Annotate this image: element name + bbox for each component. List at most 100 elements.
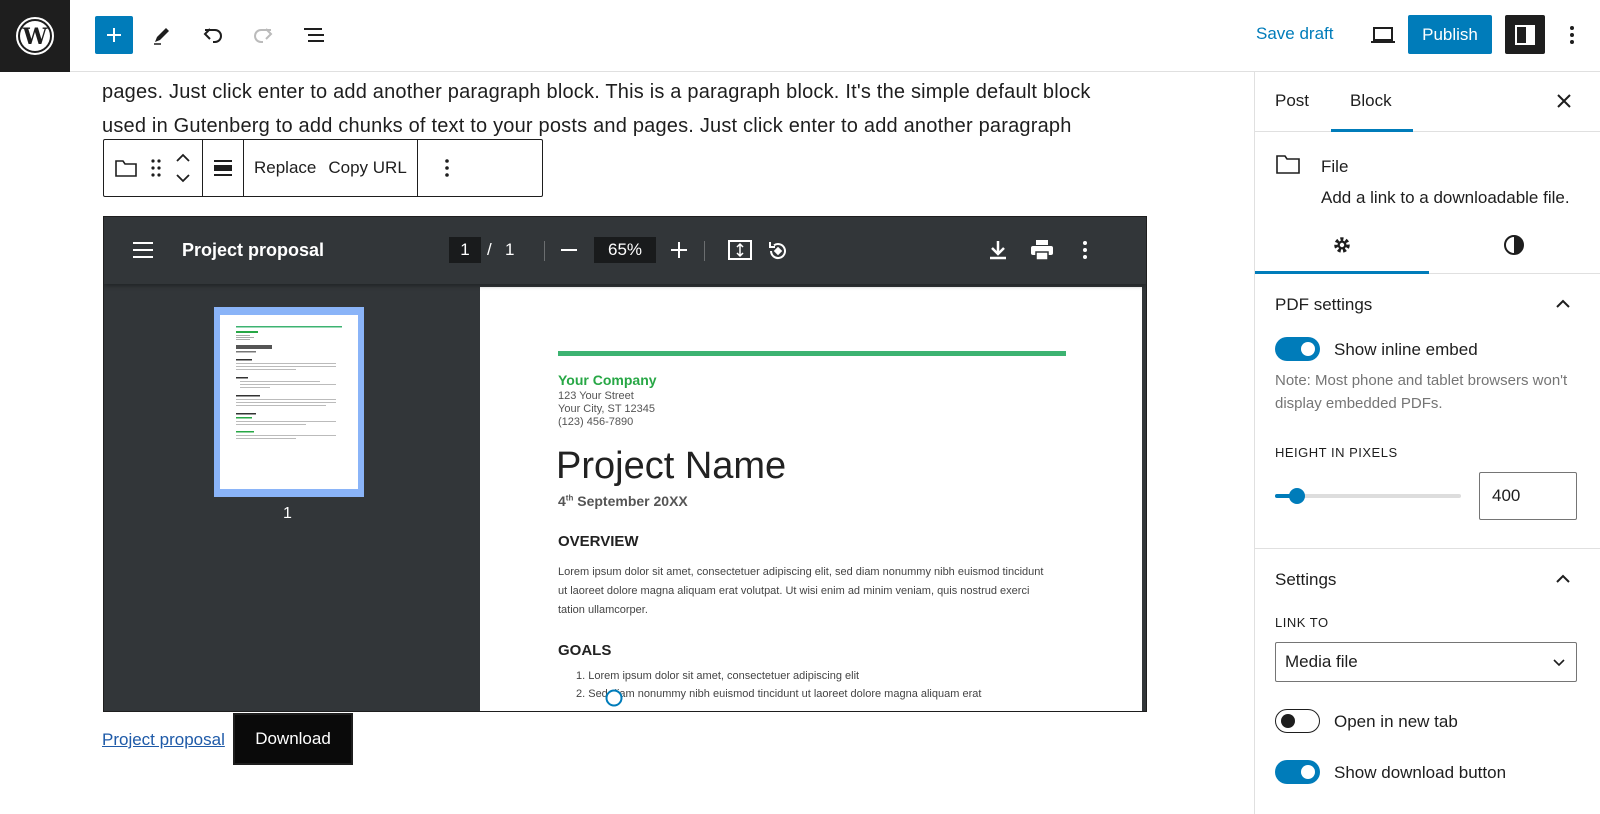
show-download-button-toggle[interactable] bbox=[1275, 760, 1320, 784]
pdf-settings-heading[interactable]: PDF settings bbox=[1275, 295, 1372, 315]
height-slider-thumb[interactable] bbox=[1289, 488, 1305, 504]
options-menu-button[interactable] bbox=[1560, 16, 1584, 54]
tools-button[interactable] bbox=[146, 16, 178, 54]
settings-heading[interactable]: Settings bbox=[1275, 570, 1336, 590]
wordpress-logo-button[interactable]: W bbox=[0, 0, 70, 72]
zoom-in-button[interactable] bbox=[670, 241, 688, 259]
thumbnail-preview bbox=[236, 326, 342, 439]
block-options-button[interactable] bbox=[444, 158, 450, 178]
open-new-tab-toggle[interactable] bbox=[1275, 709, 1320, 733]
print-button[interactable] bbox=[1030, 239, 1054, 261]
zoom-out-button[interactable] bbox=[560, 243, 578, 257]
sidebar-tabs: Post Block bbox=[1255, 72, 1600, 132]
block-card-description: Add a link to a downloadable file. bbox=[1321, 188, 1570, 207]
thumbnail-page bbox=[220, 315, 358, 489]
block-toolbar: Replace Copy URL bbox=[103, 139, 543, 197]
height-label: HEIGHT IN PIXELS bbox=[1275, 445, 1398, 460]
gear-icon bbox=[1334, 237, 1350, 253]
goal-item: 2. Sed diam nonummy nibh euismod tincidu… bbox=[576, 688, 982, 700]
page-number-input[interactable]: 1 bbox=[449, 237, 481, 263]
redo-button[interactable] bbox=[247, 16, 279, 54]
panel-divider bbox=[1255, 548, 1600, 549]
pencil-icon bbox=[154, 28, 169, 45]
tab-post[interactable]: Post bbox=[1275, 91, 1309, 111]
show-inline-embed-toggle[interactable] bbox=[1275, 337, 1320, 361]
list-view-icon bbox=[304, 28, 324, 42]
open-new-tab-label: Open in new tab bbox=[1334, 712, 1458, 731]
close-icon bbox=[1557, 94, 1571, 108]
show-download-button-label: Show download button bbox=[1334, 763, 1507, 782]
header-rule bbox=[558, 351, 1066, 356]
height-input[interactable]: 400 bbox=[1479, 472, 1577, 520]
company-address-line2: Your City, ST 12345 bbox=[558, 403, 656, 415]
pdf-viewer[interactable]: Your Company 123 Your Street Your City, … bbox=[103, 216, 1147, 712]
save-draft-button[interactable]: Save draft bbox=[1256, 24, 1334, 44]
active-subtab-indicator bbox=[1255, 271, 1429, 274]
more-vertical-icon bbox=[1570, 26, 1574, 44]
undo-button[interactable] bbox=[197, 16, 229, 54]
page-thumbnail[interactable] bbox=[214, 307, 364, 497]
more-vertical-icon bbox=[1083, 241, 1087, 259]
styles-subtab[interactable] bbox=[1503, 234, 1525, 256]
replace-button[interactable]: Replace bbox=[254, 158, 316, 178]
show-inline-embed-label: Show inline embed bbox=[1334, 340, 1478, 359]
overview-heading: OVERVIEW bbox=[558, 533, 639, 550]
block-switcher-group bbox=[104, 140, 203, 196]
pdf-page: Your Company 123 Your Street Your City, … bbox=[480, 287, 1142, 711]
drag-handle[interactable] bbox=[150, 158, 162, 178]
settings-subtab[interactable] bbox=[1331, 234, 1353, 256]
close-sidebar-button[interactable] bbox=[1555, 92, 1573, 110]
wordpress-icon: W bbox=[16, 17, 54, 55]
print-icon bbox=[1031, 240, 1053, 261]
sidebar-menu-button[interactable] bbox=[132, 241, 154, 259]
active-tab-indicator bbox=[1331, 129, 1413, 132]
copy-url-button[interactable]: Copy URL bbox=[328, 158, 406, 178]
download-pdf-button[interactable] bbox=[988, 239, 1008, 261]
sidebar-icon bbox=[1515, 24, 1535, 45]
document-overview-button[interactable] bbox=[298, 16, 330, 54]
file-block-switcher[interactable] bbox=[114, 157, 138, 179]
pdf-toolbar: Project proposal 1 / 1 65% bbox=[104, 217, 1146, 284]
download-button[interactable]: Download bbox=[233, 713, 353, 765]
move-up-down-buttons[interactable] bbox=[174, 151, 192, 185]
rotate-button[interactable] bbox=[766, 239, 790, 263]
align-group bbox=[203, 140, 244, 196]
paragraph-block[interactable]: pages. Just click enter to add another p… bbox=[102, 75, 1132, 143]
resize-handle[interactable] bbox=[605, 689, 623, 707]
overview-text: Lorem ipsum dolor sit amet, consectetuer… bbox=[558, 566, 1044, 616]
more-vertical-icon bbox=[444, 159, 449, 177]
link-to-select[interactable]: Media file bbox=[1275, 642, 1577, 682]
collapse-pdf-settings-button[interactable] bbox=[1555, 298, 1571, 310]
preview-button[interactable] bbox=[1366, 16, 1400, 54]
goal-item: 1. Lorem ipsum dolor sit amet, consectet… bbox=[576, 670, 860, 682]
align-button[interactable] bbox=[213, 158, 233, 178]
fit-page-button[interactable] bbox=[728, 240, 752, 260]
zoom-level-input[interactable]: 65% bbox=[594, 237, 656, 263]
project-date: 4th September 20XX bbox=[558, 493, 688, 509]
align-icon bbox=[214, 160, 232, 176]
plus-icon bbox=[671, 242, 687, 258]
height-slider[interactable] bbox=[1275, 488, 1461, 504]
add-block-button[interactable] bbox=[95, 16, 133, 54]
editor-canvas: pages. Just click enter to add another p… bbox=[0, 72, 1254, 814]
tab-block[interactable]: Block bbox=[1350, 91, 1392, 111]
link-to-label: LINK TO bbox=[1275, 615, 1329, 630]
chevron-up-icon bbox=[1556, 574, 1570, 583]
svg-text:W: W bbox=[22, 24, 48, 50]
publish-button[interactable]: Publish bbox=[1408, 15, 1492, 54]
thumbnail-page-number: 1 bbox=[283, 505, 292, 522]
link-to-value: Media file bbox=[1285, 652, 1358, 671]
more-options-group bbox=[418, 140, 476, 196]
settings-sidebar: Post Block File Add a link to a download… bbox=[1254, 72, 1600, 814]
pdf-more-button[interactable] bbox=[1082, 240, 1088, 260]
replace-group: Replace Copy URL bbox=[244, 140, 418, 196]
company-phone: (123) 456-7890 bbox=[558, 416, 634, 428]
page-total: 1 bbox=[505, 240, 515, 259]
folder-icon bbox=[115, 160, 137, 177]
collapse-settings-button[interactable] bbox=[1555, 573, 1571, 585]
undo-icon bbox=[203, 28, 222, 43]
hamburger-icon bbox=[133, 242, 153, 258]
page-separator: / bbox=[487, 240, 492, 259]
file-link[interactable]: Project proposal bbox=[102, 730, 225, 750]
settings-toggle-button[interactable] bbox=[1505, 15, 1545, 54]
